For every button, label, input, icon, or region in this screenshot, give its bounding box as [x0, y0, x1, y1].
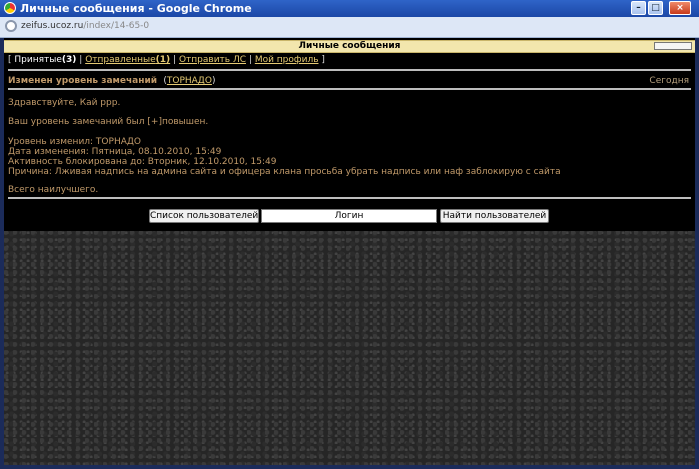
nav-separator: | [173, 55, 177, 65]
tab-received-label: Принятые [14, 55, 62, 65]
minimize-button[interactable]: – [631, 1, 646, 15]
find-users-button[interactable]: Найти пользователей [440, 209, 549, 223]
panel-title: Личные сообщения [298, 41, 401, 51]
nav-separator: | [79, 55, 83, 65]
user-search-row: Список пользователей Логин Найти пользов… [4, 209, 695, 223]
tab-sent-count: (1) [155, 55, 171, 65]
message-signoff: Всего наилучшего. [8, 185, 99, 195]
message-subject: Изменен уровень замечаний [8, 76, 158, 86]
window-title: Личные сообщения - Google Chrome [20, 2, 252, 15]
panel-header: Личные сообщения [4, 40, 695, 53]
sender-close-paren: ) [211, 76, 216, 86]
message-header: Изменен уровень замечаний (ТОРНАДО) [8, 76, 215, 86]
divider [8, 88, 691, 90]
url-text[interactable]: zeifus.ucoz.ru/index/14-65-0 [21, 21, 149, 31]
address-bar[interactable]: zeifus.ucoz.ru/index/14-65-0 [0, 17, 699, 38]
message-sender: (ТОРНАДО) [163, 76, 215, 86]
page-content: Личные сообщения [ Принятые(3) | Отправл… [4, 38, 695, 465]
tab-sent[interactable]: Отправленные(1) [85, 55, 170, 65]
message-text: Ваш уровень замечаний был [+]повышен. [8, 117, 209, 127]
messages-panel: Личные сообщения [ Принятые(3) | Отправл… [4, 38, 695, 231]
message-blocked-until: Активность блокирована до: Вторник, 12.1… [8, 157, 277, 167]
url-path: /index/14-65-0 [83, 21, 150, 31]
tab-sent-label: Отправленные [85, 55, 156, 65]
url-host: zeifus.ucoz.ru [21, 21, 84, 31]
nav-close-bracket: ] [321, 55, 325, 65]
messages-nav: [ Принятые(3) | Отправленные(1) | Отправ… [8, 55, 325, 65]
panel-resize-control[interactable] [654, 42, 692, 50]
divider [8, 69, 691, 71]
message-date: Сегодня [649, 76, 689, 86]
page-icon [5, 20, 17, 32]
nav-open-bracket: [ [8, 55, 12, 65]
message-change-date: Дата изменения: Пятница, 08.10.2010, 15:… [8, 147, 222, 157]
profile-link[interactable]: Мой профиль [255, 55, 319, 65]
message-greeting: Здравствуйте, Кай ррр. [8, 98, 121, 108]
sender-link[interactable]: ТОРНАДО [167, 76, 212, 86]
message-changed-by: Уровень изменил: ТОРНАДО [8, 137, 141, 147]
window-titlebar: Личные сообщения - Google Chrome – □ × [0, 0, 699, 17]
chrome-icon [4, 2, 16, 14]
login-input[interactable]: Логин [261, 209, 437, 223]
close-button[interactable]: × [669, 1, 691, 15]
users-list-button[interactable]: Список пользователей [149, 209, 259, 223]
maximize-button[interactable]: □ [648, 1, 663, 15]
divider [8, 197, 691, 199]
message-reason: Причина: Лживая надпись на админа сайта … [8, 167, 561, 177]
nav-separator: | [248, 55, 252, 65]
tab-received[interactable]: Принятые(3) [14, 55, 76, 65]
tab-received-count: (3) [61, 55, 77, 65]
compose-link[interactable]: Отправить ЛС [179, 55, 246, 65]
